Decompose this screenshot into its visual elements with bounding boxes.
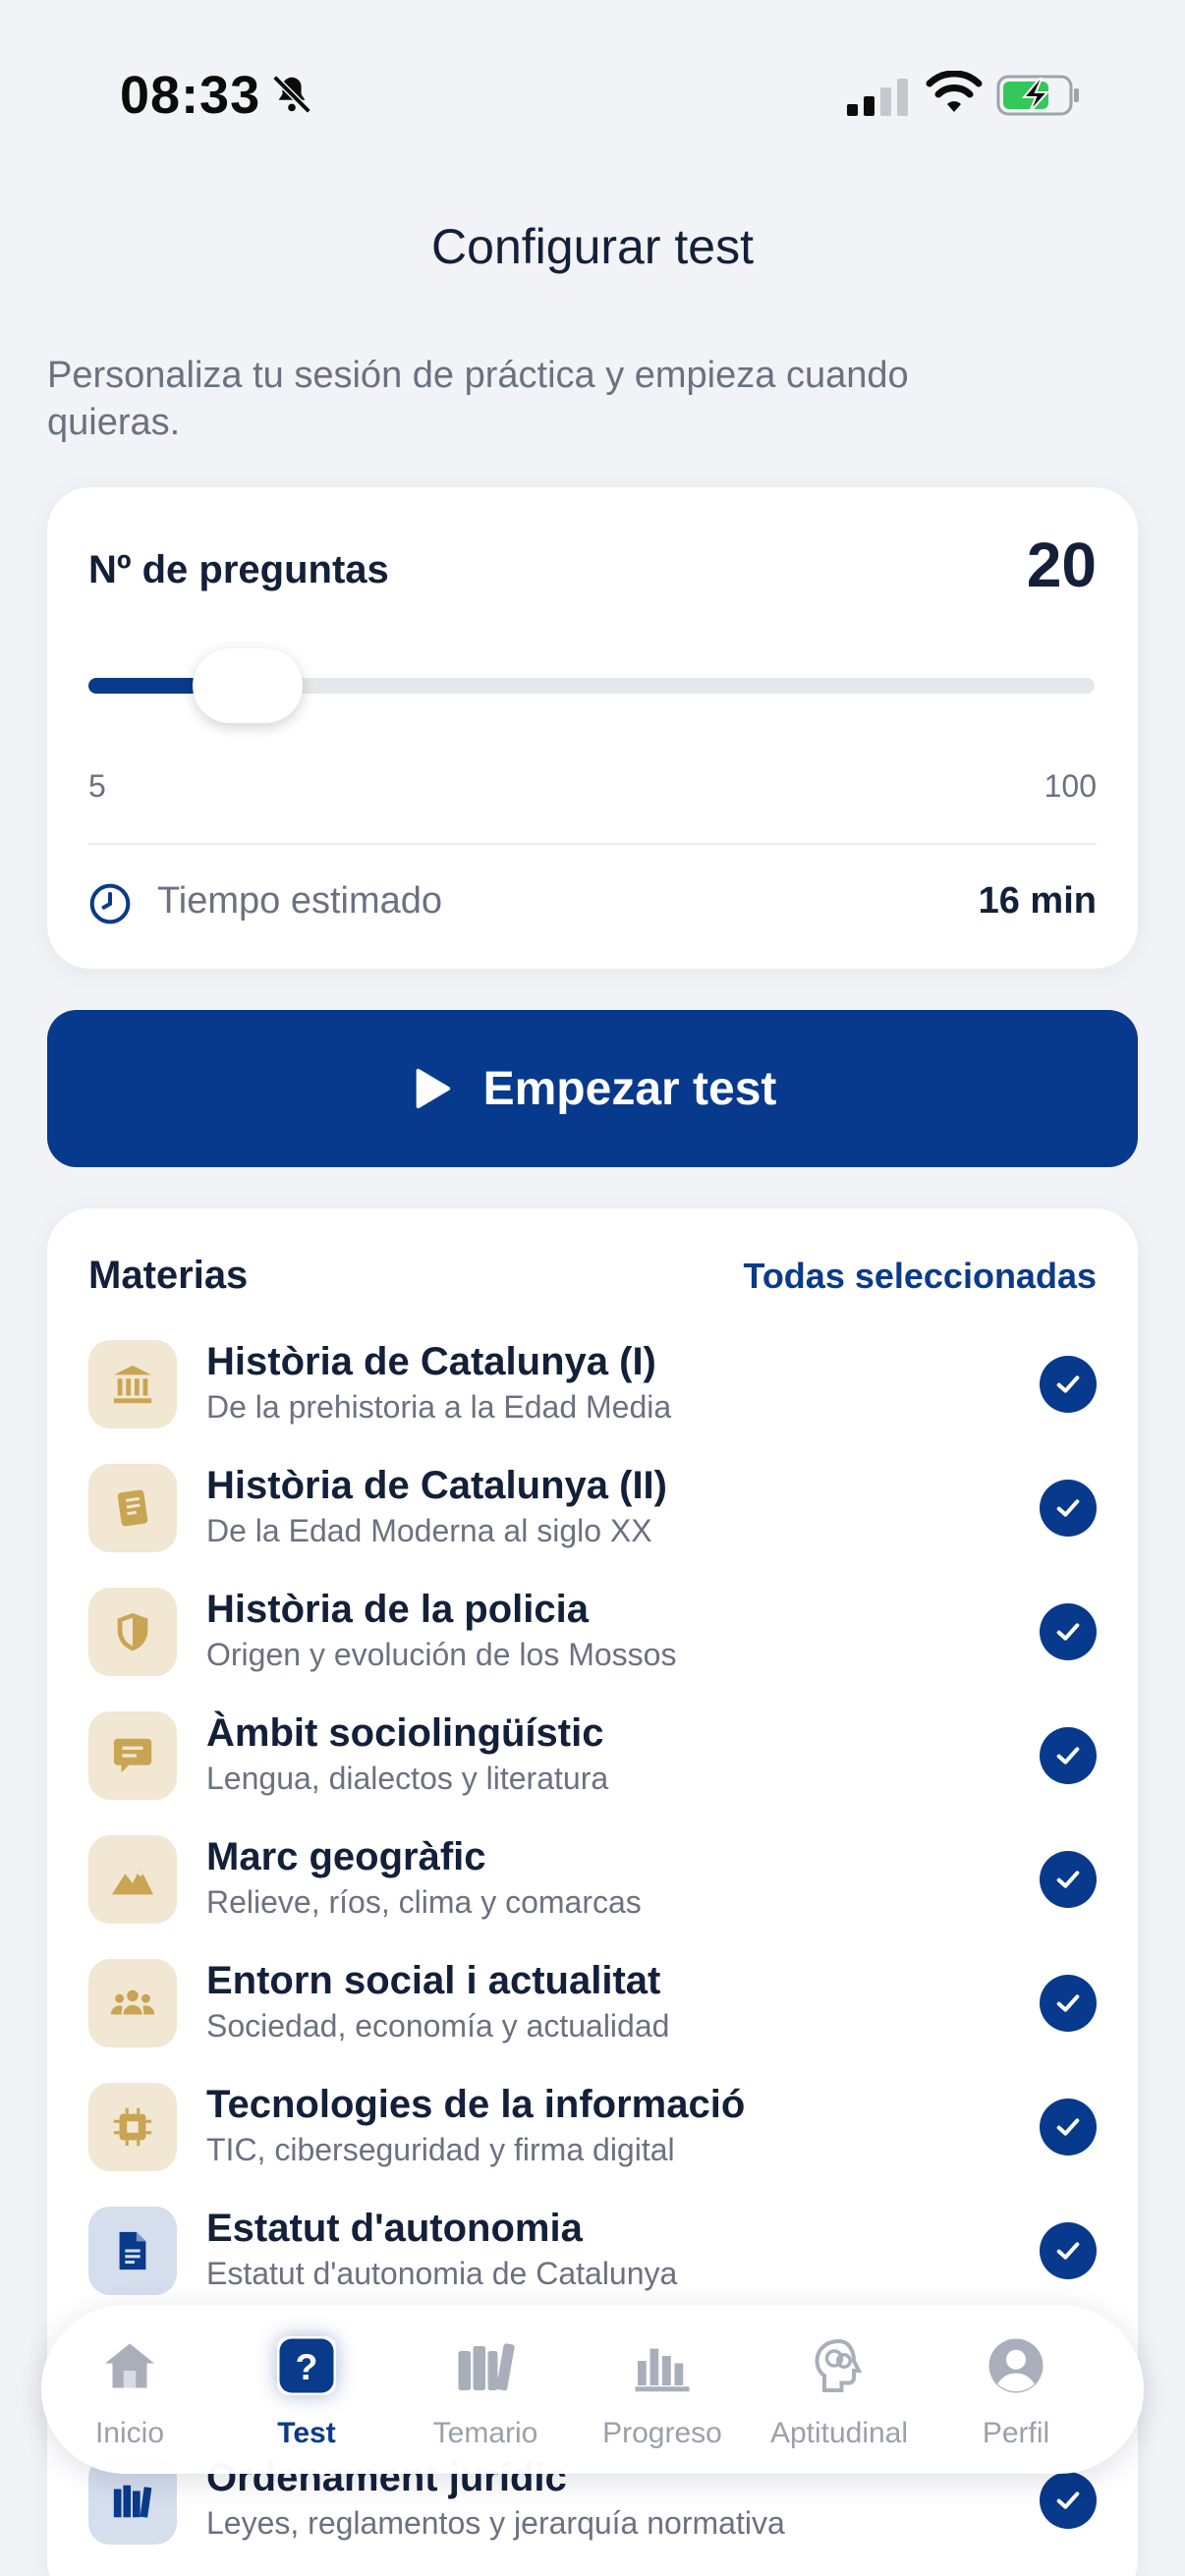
checkmark-icon	[1056, 1871, 1080, 1888]
museum-icon	[113, 1365, 152, 1404]
subject-description: Leyes, reglamentos y jerarquía normativa	[206, 2505, 785, 2541]
battery-charging-icon	[996, 75, 1079, 116]
law-books-icon	[113, 2485, 152, 2518]
subject-name: Tecnologies de la informació	[206, 2083, 746, 2126]
subject-name: Història de la policia	[206, 1588, 590, 1631]
checkbox-checked[interactable]	[1040, 1851, 1097, 1908]
svg-text:?: ?	[296, 2346, 318, 2387]
chip-icon	[113, 2107, 152, 2147]
checkbox-checked[interactable]	[1040, 1975, 1097, 2032]
checkbox-checked[interactable]	[1040, 2099, 1097, 2156]
checkmark-icon	[1056, 1375, 1080, 1393]
subject-description: Origen y evolución de los Mossos	[206, 1637, 677, 1672]
subject-row[interactable]: Àmbit sociolingüístic Lengua, dialectos …	[88, 1711, 1097, 1806]
subject-description: Sociedad, economía y actualidad	[206, 2008, 670, 2044]
checkmark-icon	[1056, 2492, 1080, 2509]
tab-label: Temario	[432, 2417, 538, 2449]
play-icon	[416, 1068, 450, 1109]
wifi-icon	[926, 71, 983, 112]
subject-name: Àmbit sociolingüístic	[206, 1711, 604, 1755]
checkmark-icon	[1056, 2118, 1080, 2136]
subject-description: De la Edad Moderna al siglo XX	[206, 1513, 652, 1548]
tab-label: Inicio	[94, 2417, 165, 2449]
page-title: Configurar test	[431, 219, 754, 274]
estimated-time-label: Tiempo estimado	[157, 880, 443, 922]
questions-card: Nº de preguntas 20 5 100 Tiempo estimado…	[47, 487, 1138, 969]
estimated-time-value: 16 min	[978, 880, 1097, 922]
brain-icon	[815, 2338, 863, 2392]
cellular-signal-icon	[847, 79, 908, 116]
checkbox-checked[interactable]	[1040, 2472, 1097, 2529]
start-test-button[interactable]: Empezar test	[47, 1010, 1138, 1167]
subject-row[interactable]: Història de la policia Origen y evolució…	[88, 1588, 1097, 1682]
subject-row[interactable]: Història de Catalunya (I) De la prehisto…	[88, 1340, 1097, 1434]
subject-row[interactable]: Tecnologies de la informació TIC, cibers…	[88, 2083, 1097, 2177]
checkmark-icon	[1056, 2242, 1080, 2260]
slider-thumb[interactable]	[193, 648, 303, 723]
home-icon	[105, 2343, 154, 2388]
tab-temario[interactable]: Temario	[397, 2305, 574, 2474]
chat-bubble-icon	[113, 1738, 152, 1773]
subject-row[interactable]: Història de Catalunya (II) De la Edad Mo…	[88, 1464, 1097, 1558]
tab-progreso[interactable]: Progreso	[574, 2305, 751, 2474]
checkbox-checked[interactable]	[1040, 2222, 1097, 2279]
subject-name: Entorn social i actualitat	[206, 1959, 661, 2002]
subject-description: Lengua, dialectos y literatura	[206, 1761, 609, 1796]
questions-slider[interactable]	[88, 648, 1095, 723]
checkmark-icon	[1056, 1994, 1080, 2012]
checkbox-checked[interactable]	[1040, 1356, 1097, 1413]
document-icon	[119, 2231, 146, 2270]
tab-label: Perfil	[982, 2417, 1050, 2449]
select-all-toggle[interactable]: Todas seleccionadas	[744, 1256, 1098, 1297]
subject-row[interactable]: Estatut d'autonomia Estatut d'autonomia …	[88, 2207, 1097, 2301]
mountains-icon	[111, 1868, 154, 1895]
subject-row[interactable]: Entorn social i actualitat Sociedad, eco…	[88, 1959, 1097, 2053]
checkmark-icon	[1056, 1623, 1080, 1641]
slider-max-label: 100	[1044, 768, 1097, 804]
subject-row[interactable]: Marc geogràfic Relieve, ríos, clima y co…	[88, 1835, 1097, 1930]
shield-icon	[117, 1612, 148, 1652]
user-icon	[988, 2338, 1044, 2393]
tab-test[interactable]: ? Test	[218, 2305, 395, 2474]
tab-inicio[interactable]: Inicio	[41, 2305, 218, 2474]
slider-min-label: 5	[88, 768, 106, 804]
checkbox-checked[interactable]	[1040, 1727, 1097, 1784]
divider	[88, 843, 1097, 845]
tab-label: Progreso	[602, 2417, 722, 2449]
subject-name: Marc geogràfic	[206, 1835, 486, 1878]
tab-perfil[interactable]: Perfil	[928, 2305, 1104, 2474]
checkmark-icon	[1056, 1747, 1080, 1764]
status-bar: 08:33	[0, 0, 1185, 187]
checkmark-icon	[1056, 1499, 1080, 1517]
checkbox-checked[interactable]	[1040, 1480, 1097, 1537]
subject-name: Història de Catalunya (II)	[206, 1464, 667, 1507]
status-time: 08:33	[120, 66, 261, 125]
people-icon	[110, 1989, 155, 2015]
tab-label: Test	[277, 2417, 336, 2449]
questions-value: 20	[1026, 530, 1097, 600]
subject-description: Relieve, ríos, clima y comarcas	[206, 1884, 642, 1920]
subject-description: Estatut d'autonomia de Catalunya	[206, 2256, 678, 2291]
subject-description: TIC, ciberseguridad y firma digital	[206, 2132, 675, 2167]
clock-icon	[89, 883, 131, 924]
tab-label: Aptitudinal	[769, 2417, 909, 2449]
bar-chart-icon	[635, 2348, 690, 2392]
subject-name: Estatut d'autonomia	[206, 2207, 583, 2250]
question-icon: ?	[279, 2338, 334, 2393]
tab-aptitudinal[interactable]: Aptitudinal	[751, 2305, 928, 2474]
book-icon	[117, 1489, 148, 1527]
subject-name: Història de Catalunya (I)	[206, 1340, 656, 1383]
bell-slash-icon	[272, 75, 311, 114]
tab-bar: Inicio ? Test Temario Progreso Aptitudin…	[41, 2305, 1144, 2474]
start-test-label: Empezar test	[482, 1062, 777, 1115]
books-icon	[458, 2343, 515, 2391]
subjects-title: Materias	[88, 1254, 249, 1297]
checkbox-checked[interactable]	[1040, 1603, 1097, 1660]
page-intro: Personaliza tu sesión de práctica y empi…	[47, 355, 909, 443]
questions-label: Nº de preguntas	[88, 548, 389, 591]
subject-description: De la prehistoria a la Edad Media	[206, 1389, 672, 1425]
